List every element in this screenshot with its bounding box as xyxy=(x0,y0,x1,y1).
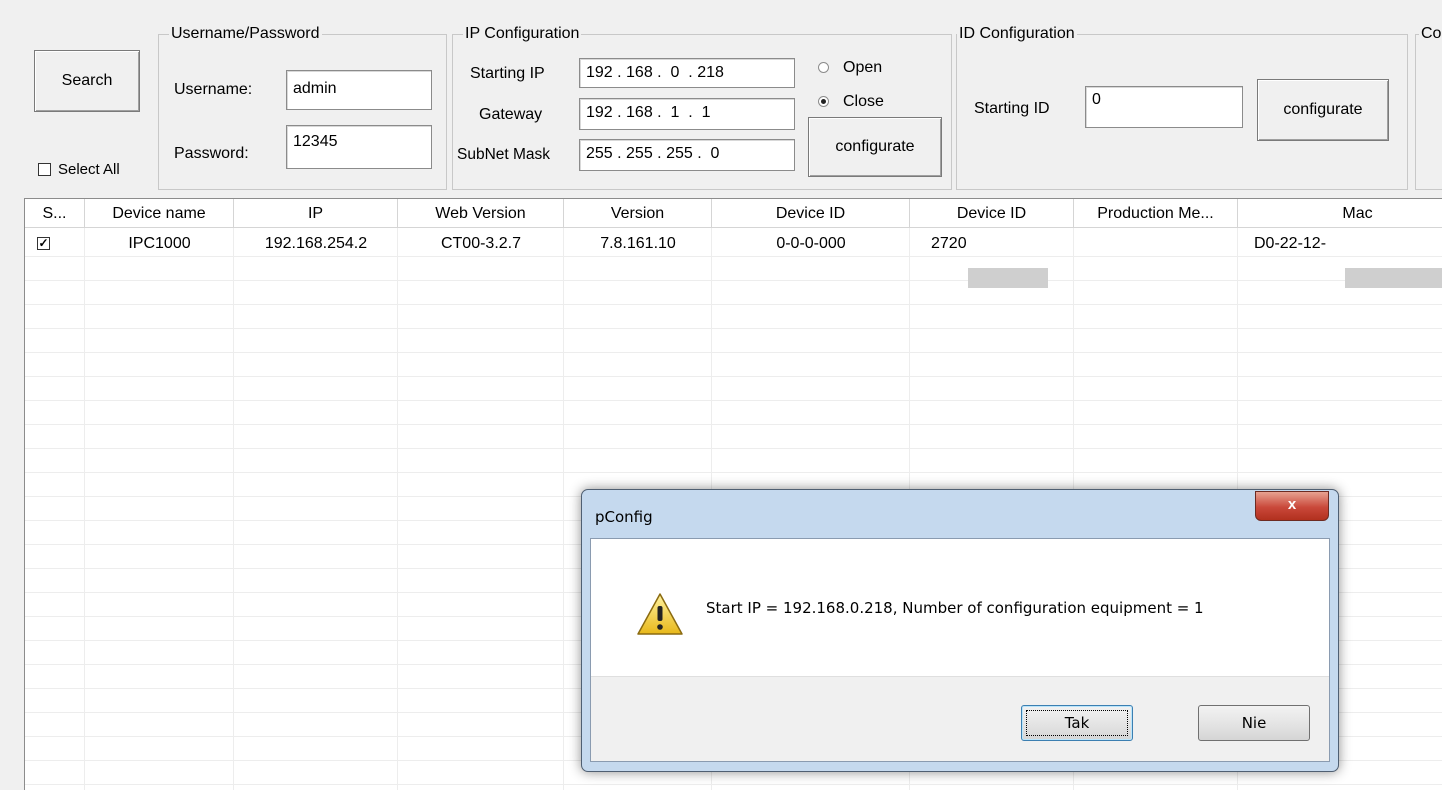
no-button-label: Nie xyxy=(1241,714,1267,732)
row-select-checkbox[interactable]: ✓ xyxy=(37,237,50,250)
subnet-mask-field[interactable]: 255 . 255 . 255 . 0 xyxy=(579,139,795,171)
col-header-web-version[interactable]: Web Version xyxy=(398,199,564,228)
table-row[interactable]: ✓ IPC1000 192.168.254.2 CT00-3.2.7 7.8.1… xyxy=(25,232,1442,288)
cell-web-version: CT00-3.2.7 xyxy=(440,235,522,252)
cell-version: 7.8.161.10 xyxy=(600,235,676,252)
col-header-ip[interactable]: IP xyxy=(234,199,398,228)
search-button[interactable]: Search xyxy=(34,50,140,112)
starting-id-label: Starting ID xyxy=(974,100,1050,117)
starting-ip-field[interactable]: 192 . 168 . 0 . 218 xyxy=(579,58,795,88)
ip-config-legend: IP Configuration xyxy=(463,24,582,44)
cell-ip: 192.168.254.2 xyxy=(264,235,368,252)
radio-open[interactable] xyxy=(818,62,829,73)
radio-close[interactable] xyxy=(818,96,829,107)
col-header-device-name[interactable]: Device name xyxy=(85,199,234,228)
gateway-label: Gateway xyxy=(479,106,543,123)
username-label: Username: xyxy=(174,81,253,98)
no-button[interactable]: Nie xyxy=(1198,705,1310,741)
col-header-production[interactable]: Production Me... xyxy=(1074,199,1238,228)
cell-device-id-2: 2720 xyxy=(931,235,967,252)
message-dialog: pConfig x Start IP = 192.168.0.218, Numb… xyxy=(581,489,1339,772)
col-header-select[interactable]: S... xyxy=(25,199,85,228)
password-field[interactable]: 12345 xyxy=(286,125,432,169)
dialog-title: pConfig xyxy=(595,508,653,526)
cell-device-name: IPC1000 xyxy=(128,235,191,252)
subnet-mask-label: SubNet Mask xyxy=(457,146,551,163)
credentials-legend: Username/Password xyxy=(169,24,322,44)
table-header: S... Device name IP Web Version Version … xyxy=(25,199,1442,228)
password-label: Password: xyxy=(174,145,249,162)
dialog-message: Start IP = 192.168.0.218, Number of conf… xyxy=(706,599,1204,617)
starting-ip-label: Starting IP xyxy=(470,65,545,82)
cell-device-id: 0-0-0-000 xyxy=(776,235,846,252)
gateway-field[interactable]: 192 . 168 . 1 . 1 xyxy=(579,98,795,130)
radio-close-label: Close xyxy=(843,93,884,110)
partial-group: Co xyxy=(1415,24,1442,190)
username-field[interactable]: admin xyxy=(286,70,432,110)
dialog-footer: Tak Nie xyxy=(591,676,1329,761)
col-header-device-id[interactable]: Device ID xyxy=(712,199,910,228)
ip-configurate-button[interactable]: configurate xyxy=(808,117,942,177)
id-config-legend: ID Configuration xyxy=(957,24,1077,44)
close-icon[interactable]: x xyxy=(1255,491,1329,521)
partial-group-legend: Co xyxy=(1419,24,1442,44)
warning-icon xyxy=(635,591,685,637)
dialog-body: Start IP = 192.168.0.218, Number of conf… xyxy=(590,538,1330,762)
cell-mac: D0-22-12- xyxy=(1254,235,1327,252)
radio-open-label: Open xyxy=(843,59,883,76)
id-configurate-button[interactable]: configurate xyxy=(1257,79,1389,141)
redaction-block xyxy=(968,268,1048,288)
yes-button[interactable]: Tak xyxy=(1021,705,1133,741)
redaction-block xyxy=(1345,268,1442,288)
col-header-device-id-2[interactable]: Device ID xyxy=(910,199,1074,228)
starting-id-field[interactable]: 0 xyxy=(1085,86,1243,128)
col-header-version[interactable]: Version xyxy=(564,199,712,228)
select-all-label: Select All xyxy=(58,161,120,178)
select-all-checkbox[interactable] xyxy=(38,163,51,176)
cell-production xyxy=(1074,232,1238,256)
col-header-mac[interactable]: Mac xyxy=(1238,199,1442,228)
